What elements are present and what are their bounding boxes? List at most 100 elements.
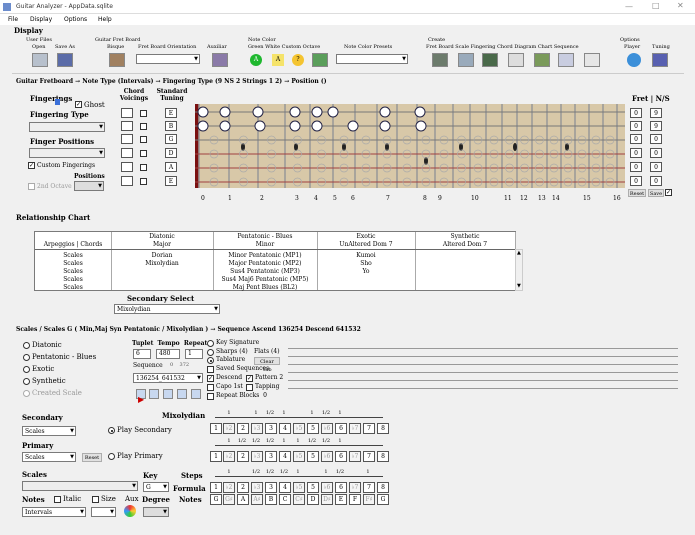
primary-reset-button[interactable]: Reset — [82, 453, 102, 462]
degree-cell[interactable]: D♯ — [321, 494, 333, 505]
tablature-radio[interactable] — [207, 357, 214, 364]
create-sequence-button[interactable] — [584, 53, 600, 67]
fret-input[interactable]: 0 — [630, 108, 642, 118]
fret-input[interactable]: 0 — [630, 162, 642, 172]
rel-cell[interactable]: Scales — [35, 252, 111, 259]
chord-voicing-box[interactable] — [121, 176, 133, 186]
degree-cell[interactable]: E — [335, 494, 347, 505]
pattern2-checkbox[interactable]: ✓ — [246, 375, 253, 382]
rel-cell[interactable]: Scales — [35, 268, 111, 275]
tuning-note[interactable]: A — [165, 162, 177, 172]
primary-type-select[interactable]: Scales ▼ — [22, 452, 76, 462]
key-select[interactable]: G ▼ — [143, 482, 169, 492]
scale-type-radio[interactable] — [23, 354, 30, 361]
secondary-type-select[interactable]: Scales ▼ — [22, 426, 76, 436]
close-icon[interactable]: ✕ — [677, 1, 684, 10]
rel-cell[interactable]: Scales — [35, 276, 111, 283]
bisque-button[interactable] — [109, 53, 125, 67]
rel-cell[interactable]: Minor Pentatonic (MP1) — [213, 252, 317, 259]
degree-cell[interactable]: ♭2 — [223, 482, 235, 493]
fretboard[interactable] — [195, 104, 625, 188]
degree-cell[interactable]: 2 — [237, 423, 249, 434]
stop-button[interactable] — [163, 389, 173, 399]
degree-cell[interactable]: 8 — [377, 451, 389, 462]
degree-cell[interactable]: ♭6 — [321, 482, 333, 493]
sequence-select[interactable]: 136254_641532 ▼ — [133, 373, 203, 383]
tuning-note[interactable]: E — [165, 176, 177, 186]
tuning-button[interactable] — [652, 53, 668, 67]
slider-thumb[interactable] — [55, 99, 60, 105]
minimize-icon[interactable]: — — [625, 2, 633, 11]
italic-checkbox[interactable] — [54, 496, 61, 503]
sharps-radio[interactable] — [207, 349, 214, 356]
play-secondary-radio[interactable] — [108, 427, 115, 434]
chord-voicing-box[interactable] — [121, 162, 133, 172]
notes-select[interactable]: Intervals ▼ — [22, 507, 86, 517]
scale-type-radio[interactable] — [23, 342, 30, 349]
degree-cell[interactable]: ♭5 — [293, 423, 305, 434]
degree-cell[interactable]: 6 — [335, 451, 347, 462]
degree-cell[interactable]: F — [349, 494, 361, 505]
saved-sequences-checkbox[interactable] — [207, 366, 214, 373]
degree-cell[interactable]: ♭2 — [223, 451, 235, 462]
menu-help[interactable]: Help — [98, 16, 112, 23]
degree-cell[interactable]: 1 — [210, 451, 222, 462]
rel-cell[interactable]: Scales — [35, 284, 111, 291]
degree-cell[interactable]: 6 — [335, 482, 347, 493]
rel-cell[interactable]: Maj Pent Blues (BL2) — [213, 284, 317, 291]
capo-checkbox[interactable] — [207, 384, 214, 391]
descend-checkbox[interactable]: ✓ — [207, 375, 214, 382]
degree-cell[interactable]: ♭3 — [251, 482, 263, 493]
ns-input[interactable]: 0 — [650, 148, 662, 158]
degree-cell[interactable]: 4 — [279, 423, 291, 434]
voicing-checkbox[interactable] — [140, 110, 147, 117]
octave-color-button[interactable] — [312, 53, 328, 67]
relationship-scrollbar[interactable]: ▲ ▼ — [515, 249, 523, 291]
degree-cell[interactable]: ♭3 — [251, 451, 263, 462]
degree-cell[interactable]: ♭7 — [349, 451, 361, 462]
rel-cell[interactable]: Sho — [317, 260, 415, 267]
degree-cell[interactable]: ♭5 — [293, 482, 305, 493]
save-as-button[interactable] — [57, 53, 73, 67]
fingering-type-select[interactable]: ▼ — [29, 122, 105, 132]
degree-cell[interactable]: 2 — [237, 482, 249, 493]
voicing-checkbox[interactable] — [140, 123, 147, 130]
voicing-checkbox[interactable] — [140, 178, 147, 185]
pause-button[interactable] — [149, 389, 159, 399]
degree-cell[interactable]: 4 — [279, 451, 291, 462]
previous-button[interactable] — [177, 389, 187, 399]
note-color-presets-select[interactable]: ▼ — [336, 54, 408, 64]
degree-cell[interactable]: G — [210, 494, 222, 505]
tuning-note[interactable]: B — [165, 121, 177, 131]
voicing-checkbox[interactable] — [140, 150, 147, 157]
degree-cell[interactable]: 5 — [307, 423, 319, 434]
auxiliar-button[interactable] — [212, 53, 228, 67]
voicing-checkbox[interactable] — [140, 164, 147, 171]
clear-tab-button[interactable]: Clear Tab — [254, 357, 280, 373]
tuning-note[interactable]: G — [165, 134, 177, 144]
degree-cell[interactable]: 8 — [377, 482, 389, 493]
rel-cell[interactable]: Kumoi — [317, 252, 415, 259]
fret-reset-button[interactable]: Reset — [628, 189, 646, 197]
degree-cell[interactable]: 3 — [265, 423, 277, 434]
green-color-chip[interactable]: A — [250, 54, 262, 66]
repeat-input[interactable]: 1 — [185, 349, 203, 359]
orientation-select[interactable]: ▼ — [136, 54, 200, 64]
finger-positions-select[interactable]: ▼ — [29, 148, 105, 158]
degree-cell[interactable]: ♭7 — [349, 482, 361, 493]
aux-icon[interactable] — [124, 505, 136, 517]
create-scale-button[interactable] — [458, 53, 474, 67]
ghost-checkbox[interactable]: ✓ — [75, 101, 82, 108]
scales-bottom-select[interactable]: ▼ — [22, 481, 138, 491]
degree-cell[interactable]: G♯ — [223, 494, 235, 505]
degree-cell[interactable]: ♭3 — [251, 423, 263, 434]
degree-cell[interactable]: D — [307, 494, 319, 505]
degree-cell[interactable]: 3 — [265, 451, 277, 462]
create-chord-button[interactable] — [508, 53, 524, 67]
open-file-button[interactable] — [32, 53, 48, 67]
degree-cell[interactable]: 7 — [363, 482, 375, 493]
degree-cell[interactable]: C♯ — [293, 494, 305, 505]
create-fret-board-button[interactable] — [432, 53, 448, 67]
rel-cell[interactable]: Sus4 Maj6 Pentatonic (MP5) — [213, 276, 317, 283]
degree-cell[interactable]: 1 — [210, 423, 222, 434]
